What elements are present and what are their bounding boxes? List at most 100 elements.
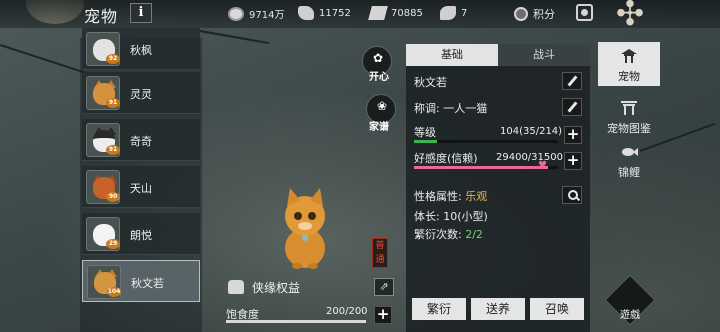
- pet-list-item[interactable]: 29 朗悦: [82, 213, 200, 255]
- pet-level-badge: 91: [106, 145, 120, 155]
- score-badge-icon: [514, 7, 528, 21]
- genealogy-label: 家谱: [369, 122, 389, 133]
- jade-icon: [440, 6, 456, 20]
- pet-model[interactable]: [270, 186, 340, 270]
- pet-right-eye: [308, 212, 316, 220]
- perk-row: 侠缘权益 ⇗: [226, 278, 396, 298]
- pet-name: 奇奇: [130, 135, 152, 148]
- personality-value: 乐观: [465, 190, 488, 203]
- pet-list-item-selected[interactable]: 104 秋文若: [82, 260, 200, 302]
- nav-label: 宠物: [618, 70, 640, 83]
- pet-list-item[interactable]: 90 天山: [82, 166, 200, 208]
- level-bar: [414, 140, 558, 143]
- koi-icon: [622, 148, 638, 156]
- resource-value: 11752: [319, 7, 351, 19]
- pet-paw: [292, 263, 302, 269]
- affinity-label: 好感度(信赖): [414, 152, 478, 165]
- adopt-out-button[interactable]: 送养: [471, 298, 525, 320]
- branch: [0, 44, 86, 74]
- tab-basic[interactable]: 基础: [406, 44, 498, 66]
- happy-label: 开心: [369, 72, 389, 83]
- heart-icon: ♥: [538, 160, 547, 171]
- paw-icon: ❀: [376, 99, 388, 113]
- nav-label: 宠物图鉴: [607, 122, 651, 135]
- breed-button[interactable]: 繁衍: [412, 298, 466, 320]
- satiety-value: 200/200: [326, 306, 368, 317]
- info-panel: 基础 战斗 秋文若 称调: 一人一猫 等级 104(35/214) + 好感度(…: [406, 44, 590, 332]
- tab-combat[interactable]: 战斗: [498, 44, 590, 66]
- score-label: 积分: [533, 8, 555, 21]
- perk-label: 侠缘权益: [252, 281, 301, 295]
- level-label: 等级: [414, 126, 436, 139]
- settings-icon[interactable]: [576, 4, 593, 21]
- personality-row: 性格属性: 乐观: [414, 188, 487, 204]
- pet-name-field: 秋文若: [414, 76, 447, 89]
- pet-name: 朗悦: [130, 229, 152, 242]
- nav-label: 锦鲤: [618, 166, 640, 179]
- affinity-plus-button[interactable]: +: [564, 152, 582, 170]
- pet-list-item[interactable]: 91 奇奇: [82, 119, 200, 161]
- breeding-row: 繁衍次数: 2/2: [414, 226, 483, 242]
- rarity-badge: 普通: [372, 238, 388, 268]
- resource-value: 70885: [391, 7, 423, 19]
- personality-search-button[interactable]: [562, 186, 582, 204]
- pet-level-badge: 90: [106, 192, 120, 202]
- pet-list[interactable]: 92 秋枫 91 灵灵 91 奇奇 90 天山 29 朗悦 104 秋文若: [80, 28, 202, 332]
- nav-item-koi[interactable]: 锦鲤: [598, 138, 660, 182]
- ticket-icon: [368, 6, 388, 20]
- pet-name: 天山: [130, 182, 152, 195]
- coin-icon: [228, 6, 244, 21]
- perk-icon: [228, 280, 244, 294]
- nav-item-pet[interactable]: 宠物: [598, 42, 660, 86]
- page-title: 宠物: [84, 7, 119, 26]
- score-entry[interactable]: 积分: [514, 6, 555, 22]
- pet-level-badge: 104: [107, 287, 121, 297]
- info-button[interactable]: i: [130, 3, 152, 23]
- top-bar: 宠物 i 9714万 11752 70885 7 积分 ✣: [0, 0, 720, 34]
- resource-value: 7: [461, 7, 468, 19]
- battle-label: 遊戲: [620, 310, 640, 321]
- pet-level-badge: 92: [106, 54, 120, 64]
- personality-label: 性格属性:: [414, 190, 462, 203]
- pet-level-badge: 29: [106, 239, 120, 249]
- pet-muzzle: [298, 222, 312, 230]
- satiety-bar-fill: [226, 320, 366, 323]
- feed-plus-button[interactable]: +: [374, 306, 392, 324]
- pavilion-icon: [621, 49, 637, 63]
- resource-silver: 11752: [298, 6, 351, 20]
- branch: [199, 30, 270, 45]
- affinity-bar-fill: [414, 166, 548, 169]
- affinity-bar: [414, 166, 558, 169]
- length-row: 体长: 10(小型): [414, 210, 488, 223]
- close-emblem-icon[interactable]: ✣: [608, 0, 652, 34]
- pet-list-item[interactable]: 92 秋枫: [82, 28, 200, 70]
- rename-brush-button[interactable]: [562, 72, 582, 90]
- pet-left-eye: [294, 212, 302, 220]
- pet-list-item[interactable]: 91 灵灵: [82, 72, 200, 114]
- edit-title-brush-button[interactable]: [562, 98, 582, 116]
- level-plus-button[interactable]: +: [564, 126, 582, 144]
- gate-icon: [621, 101, 637, 115]
- resource-coin: 9714万: [228, 6, 284, 21]
- pet-level-badge: 91: [106, 98, 120, 108]
- level-value: 104(35/214): [500, 126, 563, 137]
- resource-jade: 7: [440, 6, 467, 20]
- summon-button[interactable]: 召唤: [530, 298, 584, 320]
- breeding-value: 2/2: [465, 228, 483, 241]
- level-bar-fill: [414, 140, 438, 143]
- nav-item-pet-atlas[interactable]: 宠物图鉴: [598, 94, 660, 138]
- resource-value: 9714万: [249, 10, 285, 21]
- resource-ticket: 70885: [368, 6, 423, 20]
- pet-name: 秋枫: [130, 44, 152, 57]
- satiety-bar: [226, 320, 366, 323]
- paw-icon: ✿: [372, 51, 384, 65]
- affinity-value: 29400/31500: [496, 152, 563, 163]
- satiety-row: 饱食度 200/200 +: [226, 304, 396, 328]
- title-field: 称调: 一人一猫: [414, 102, 488, 115]
- pet-name: 灵灵: [130, 88, 152, 101]
- silver-icon: [298, 6, 314, 20]
- pet-bell: [302, 235, 308, 241]
- panel-tabs: 基础 战斗: [406, 44, 590, 66]
- share-button[interactable]: ⇗: [374, 278, 394, 296]
- pet-paw: [308, 263, 318, 269]
